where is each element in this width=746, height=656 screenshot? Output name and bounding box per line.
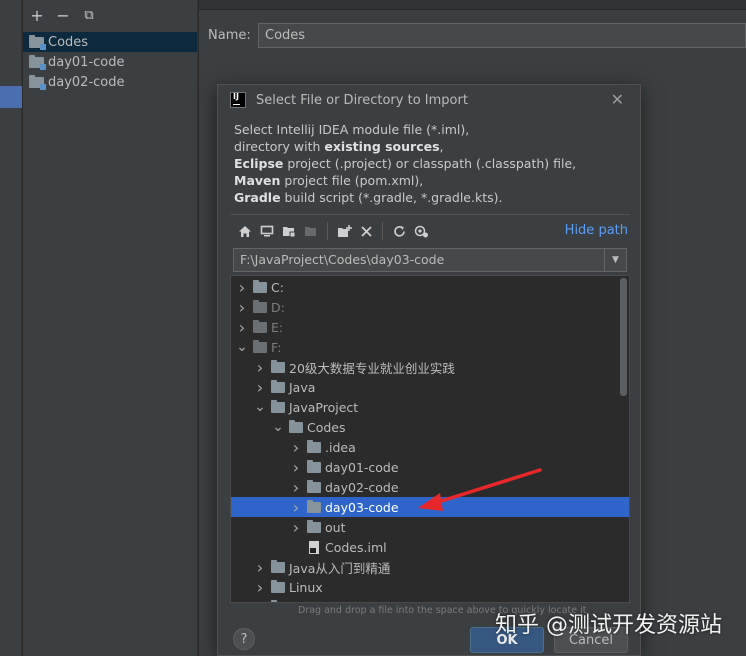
annotation-arrow-icon bbox=[418, 468, 542, 511]
watermark: 知乎 @测试开发资源站 bbox=[495, 613, 722, 638]
